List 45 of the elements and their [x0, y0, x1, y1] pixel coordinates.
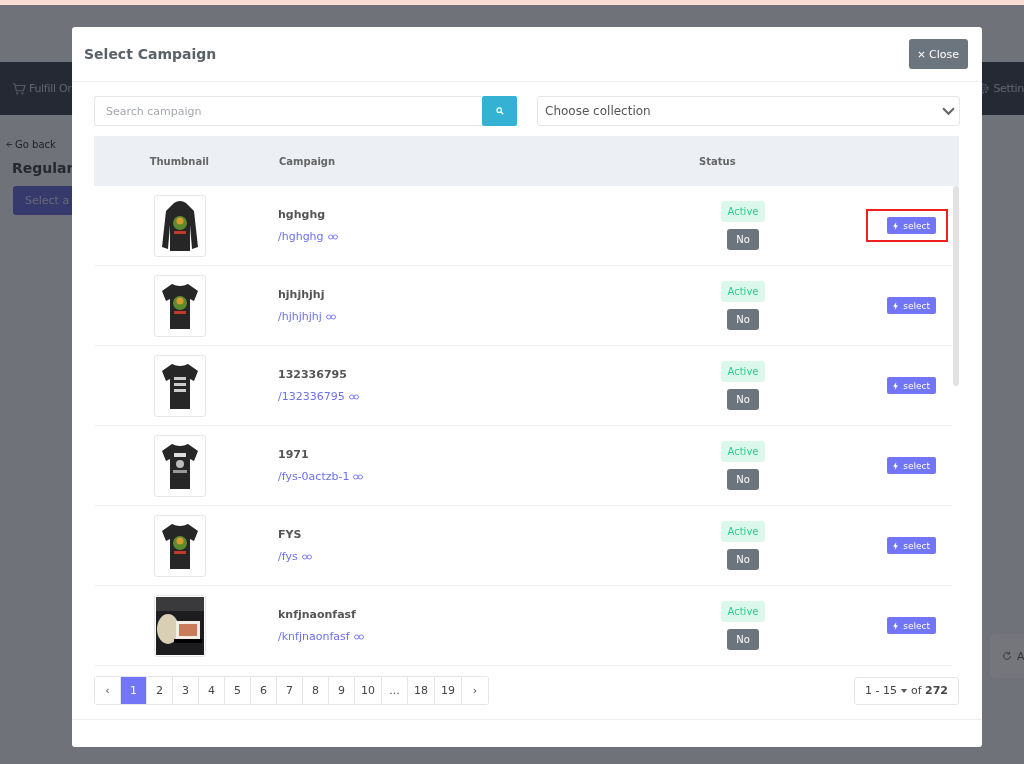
- close-button[interactable]: Close: [909, 39, 968, 69]
- campaign-link[interactable]: /knfjnaonfasf: [278, 630, 688, 643]
- column-header: Campaign: [279, 155, 337, 167]
- status-badge: Active: [720, 441, 766, 462]
- campaign-name: 132336795: [278, 368, 348, 381]
- status-badge: Active: [720, 521, 766, 542]
- previous-page-button[interactable]: ‹: [95, 677, 121, 704]
- status-badge: Active: [720, 601, 766, 622]
- campaign-name: hjhjhjhj: [278, 288, 326, 301]
- column-header: Thumbnail: [148, 155, 209, 167]
- select-button[interactable]: select: [887, 617, 936, 634]
- flag-badge: No: [727, 389, 759, 410]
- nav-link[interactable]: Fulfill Or: [12, 81, 72, 96]
- flag-badge: No: [727, 549, 759, 570]
- select-button[interactable]: select: [887, 297, 936, 314]
- campaign-link[interactable]: /132336795: [278, 390, 688, 403]
- campaign-link[interactable]: /hghghg: [278, 230, 688, 243]
- flag-badge: No: [727, 309, 759, 330]
- page-heading: Regular: [11, 160, 74, 176]
- select-button[interactable]: select: [887, 457, 936, 474]
- side-card[interactable]: A: [990, 634, 1024, 678]
- back-link[interactable]: Go back: [6, 139, 56, 150]
- page-size-dropdown[interactable]: 1 - 15 of 272: [853, 676, 959, 705]
- campaign-link[interactable]: /fys-0actzb-1: [278, 470, 688, 483]
- search-field[interactable]: Search campaign: [94, 96, 482, 126]
- campaign-name: hghghg: [278, 208, 327, 221]
- card-label: A: [1017, 649, 1024, 663]
- select-button[interactable]: select: [887, 377, 936, 394]
- campaign-name: knfjnaonfasf: [278, 608, 357, 621]
- modal-title: Select Campaign: [84, 46, 217, 62]
- campaign-link[interactable]: /hjhjhjhj: [278, 310, 688, 323]
- column-header: Status: [699, 155, 737, 167]
- collection-dropdown[interactable]: Choose collection: [537, 96, 960, 126]
- status-badge: Active: [720, 361, 766, 382]
- status-badge: Active: [720, 201, 766, 222]
- campaign-name: FYS: [278, 528, 303, 541]
- flag-badge: No: [727, 469, 759, 490]
- select-button[interactable]: select: [887, 217, 936, 234]
- campaign-link[interactable]: /fys: [278, 550, 688, 563]
- flag-badge: No: [727, 229, 759, 250]
- page-button[interactable]: 1: [121, 677, 147, 704]
- select-button[interactable]: select: [887, 537, 936, 554]
- status-badge: Active: [720, 281, 766, 302]
- flag-badge: No: [727, 629, 759, 650]
- campaign-name: 1971: [278, 448, 310, 461]
